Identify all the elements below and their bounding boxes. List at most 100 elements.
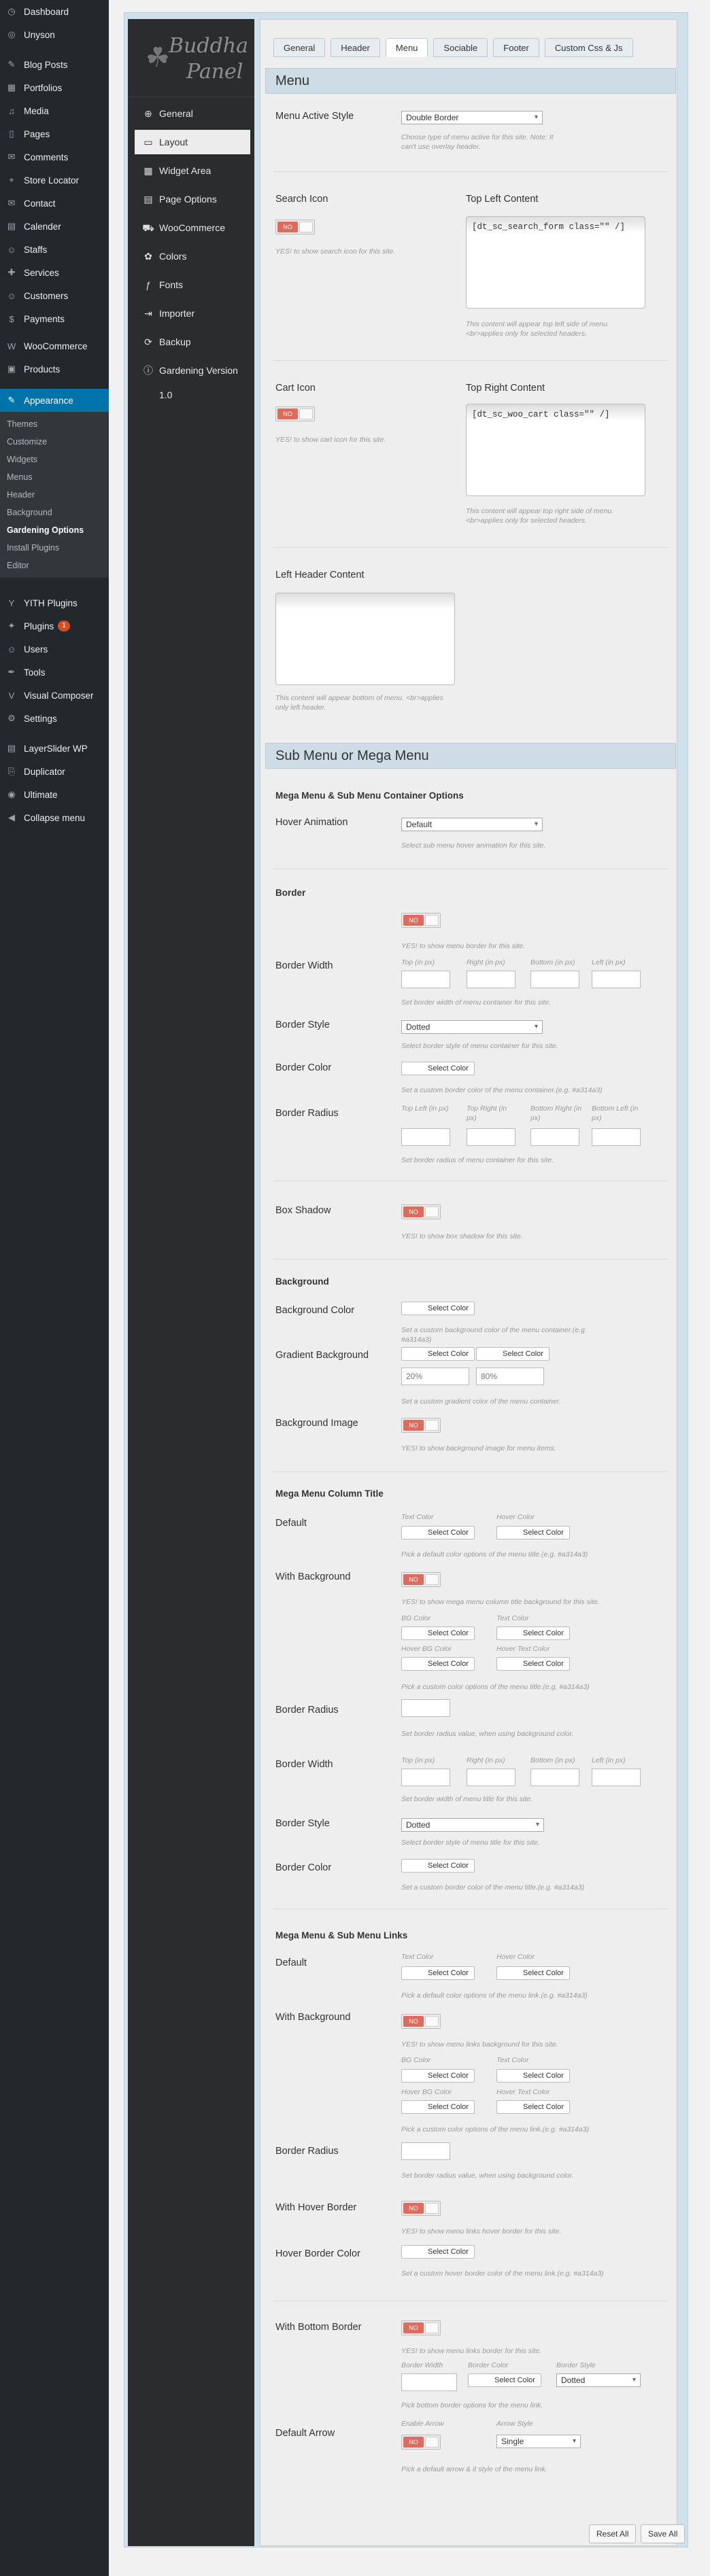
box-shadow-toggle[interactable]: NO (401, 1204, 441, 1219)
top-left-content-textarea[interactable]: [dt_sc_search_form class="" /] (466, 216, 645, 309)
admin-menu-portfolio[interactable]: ▦ Portfolios (0, 76, 109, 99)
links-hover-border-toggle[interactable]: NO (401, 2201, 441, 2216)
border-style-select[interactable]: Dotted (401, 1020, 543, 1034)
admin-menu-tools[interactable]: ✒ Tools (0, 661, 109, 684)
column-bg-text-color-picker[interactable]: Select Color (496, 1626, 570, 1640)
tab-general[interactable]: General (273, 38, 326, 57)
admin-menu-pages[interactable]: ▯ Pages (0, 122, 109, 145)
border-width-input[interactable] (530, 971, 579, 988)
submenu-item[interactable]: Header (0, 486, 109, 504)
arrow-style-select[interactable]: Single (496, 2435, 581, 2448)
submenu-item[interactable]: Editor (0, 557, 109, 574)
panel-nav-backup[interactable]: ⟳ Backup (135, 330, 250, 354)
admin-menu-location[interactable]: ⌖ Store Locator (0, 169, 109, 192)
column-with-bg-toggle[interactable]: NO (401, 1572, 441, 1587)
submenu-item[interactable]: Install Plugins (0, 539, 109, 557)
admin-menu-comments[interactable]: ✉ Comments (0, 145, 109, 169)
column-border-style-select[interactable]: Dotted (401, 1818, 544, 1832)
left-header-content-textarea[interactable] (275, 593, 455, 685)
panel-nav-colors[interactable]: ✿ Colors (135, 244, 250, 268)
tab-custom-css-js[interactable]: Custom Css & Js (544, 38, 633, 57)
save-all-button[interactable]: Save All (641, 2524, 686, 2543)
admin-menu-media[interactable]: ♫ Media (0, 99, 109, 122)
admin-menu-vc[interactable]: V Visual Composer (0, 684, 109, 707)
panel-nav-importer[interactable]: ⇥ Importer (135, 301, 250, 326)
gradient-end-input[interactable]: 80% (476, 1368, 544, 1385)
background-image-toggle[interactable]: NO (401, 1418, 441, 1433)
submenu-item[interactable]: Customize (0, 433, 109, 451)
admin-menu-dashboard[interactable]: ◷ Dashboard (0, 0, 109, 23)
column-radius-input[interactable] (401, 1699, 450, 1717)
panel-nav-layout[interactable]: ▭ Layout (135, 130, 250, 154)
submenu-item[interactable]: Gardening Options (0, 521, 109, 539)
border-radius-input[interactable] (592, 1128, 641, 1146)
admin-menu-layerslider[interactable]: ▤ LayerSlider WP (0, 737, 109, 760)
search-icon-toggle[interactable]: NO (275, 220, 315, 234)
border-radius-input[interactable] (467, 1128, 515, 1146)
panel-nav-fonts[interactable]: ƒ Fonts (135, 273, 250, 297)
admin-menu-yith[interactable]: Y YITH Plugins (0, 591, 109, 614)
column-border-color-picker[interactable]: Select Color (401, 1859, 475, 1873)
bottom-border-color-picker[interactable]: Select Color (468, 2373, 541, 2387)
column-bg-color-picker[interactable]: Select Color (401, 1626, 475, 1640)
background-color-picker[interactable]: Select Color (401, 1302, 475, 1315)
admin-menu-woo[interactable]: W WooCommerce (0, 334, 109, 358)
border-color-picker[interactable]: Select Color (401, 1062, 475, 1075)
tab-sociable[interactable]: Sociable (433, 38, 488, 57)
menu-active-style-select[interactable]: Double Border (401, 111, 543, 124)
tab-footer[interactable]: Footer (493, 38, 539, 57)
admin-menu-customers[interactable]: ☺ Customers (0, 284, 109, 307)
panel-nav-gardening-version-1-0[interactable]: ⓘ Gardening Version 1.0 (135, 358, 250, 400)
border-radius-input[interactable] (401, 1128, 450, 1146)
links-text-color-picker[interactable]: Select Color (401, 1966, 475, 1980)
tab-header[interactable]: Header (331, 38, 380, 57)
enable-arrow-toggle[interactable]: NO (401, 2435, 441, 2450)
admin-menu-settings[interactable]: ⚙ Settings (0, 707, 109, 730)
admin-menu-calendar[interactable]: ▤ Calender (0, 215, 109, 238)
panel-nav-widget-area[interactable]: ▦ Widget Area (135, 158, 250, 183)
links-hover-border-color-picker[interactable]: Select Color (401, 2245, 475, 2259)
gradient-start-input[interactable]: 20% (401, 1368, 469, 1385)
submenu-item[interactable]: Themes (0, 415, 109, 433)
column-text-color-picker[interactable]: Select Color (401, 1526, 475, 1539)
links-bg-color-picker[interactable]: Select Color (401, 2069, 475, 2083)
admin-menu-wpml[interactable]: ◎ Unyson (0, 23, 109, 46)
panel-nav-woocommerce[interactable]: ⛟ WooCommerce (135, 215, 250, 240)
panel-nav-page-options[interactable]: ▤ Page Options (135, 187, 250, 211)
panel-nav-general[interactable]: ⊕ General (135, 101, 250, 126)
border-radius-input[interactable] (530, 1128, 579, 1146)
submenu-item[interactable]: Background (0, 504, 109, 521)
links-bg-text-color-picker[interactable]: Select Color (496, 2069, 570, 2083)
admin-menu-staff[interactable]: ☺ Staffs (0, 238, 109, 261)
column-hover-color-picker[interactable]: Select Color (496, 1526, 570, 1539)
border-width-input[interactable] (401, 971, 450, 988)
gradient-color-start-picker[interactable]: Select Color (401, 1347, 475, 1361)
bottom-border-style-select[interactable]: Dotted (556, 2373, 641, 2387)
admin-menu-contact[interactable]: ✉ Contact (0, 192, 109, 215)
border-width-input[interactable] (592, 971, 641, 988)
menu-border-toggle[interactable]: NO (401, 913, 441, 928)
admin-menu-ultimate[interactable]: ◉ Ultimate (0, 783, 109, 806)
tab-menu[interactable]: Menu (385, 38, 428, 57)
column-border-width-input[interactable] (530, 1769, 579, 1786)
links-hover-bg-picker[interactable]: Select Color (401, 2100, 475, 2114)
column-hover-bg-picker[interactable]: Select Color (401, 1657, 475, 1671)
column-border-width-input[interactable] (401, 1769, 450, 1786)
border-width-input[interactable] (467, 971, 515, 988)
admin-menu-brush[interactable]: ✎ Appearance (0, 389, 109, 412)
links-hover-text-picker[interactable]: Select Color (496, 2100, 570, 2114)
links-radius-input[interactable] (401, 2142, 450, 2160)
column-border-width-input[interactable] (592, 1769, 641, 1786)
column-border-width-input[interactable] (467, 1769, 515, 1786)
admin-menu-pin[interactable]: ✎ Blog Posts (0, 53, 109, 76)
admin-menu-collapse[interactable]: ◀ Collapse menu (0, 806, 109, 829)
links-with-bg-toggle[interactable]: NO (401, 2014, 441, 2029)
gradient-color-end-picker[interactable]: Select Color (476, 1347, 550, 1361)
cart-icon-toggle[interactable]: NO (275, 406, 315, 421)
links-hover-color-picker[interactable]: Select Color (496, 1966, 570, 1980)
reset-all-button[interactable]: Reset All (589, 2524, 637, 2543)
admin-menu-duplicator[interactable]: ⎘ Duplicator (0, 760, 109, 783)
submenu-item[interactable]: Menus (0, 468, 109, 486)
hover-animation-select[interactable]: Default (401, 818, 543, 831)
admin-menu-users[interactable]: ☺ Users (0, 638, 109, 661)
